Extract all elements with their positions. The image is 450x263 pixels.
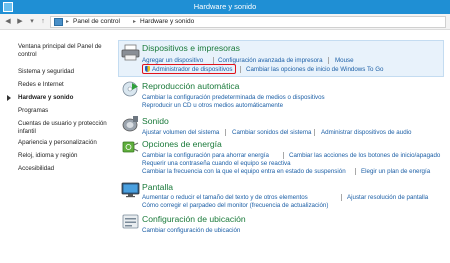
category-display-title[interactable]: Pantalla: [142, 182, 173, 192]
link-separator: [328, 57, 329, 64]
nav-appearance[interactable]: Apariencia y personalización: [18, 139, 114, 147]
navigation-bar: ◀ ▶ ▾ ↑ ▸ Panel de control ▸ Hardware y …: [0, 14, 450, 30]
adjust-system-volume-link[interactable]: Ajustar volumen del sistema: [142, 129, 219, 136]
add-device-link[interactable]: Agregar un dispositivo: [142, 57, 203, 64]
device-manager-highlight-box: [142, 64, 236, 74]
category-devices-printers-title[interactable]: Dispositivos e impresoras: [142, 43, 240, 53]
breadcrumb-separator-icon[interactable]: ▸: [66, 18, 69, 25]
nav-hardware-sound[interactable]: Hardware y sonido: [18, 94, 114, 102]
category-sound-title[interactable]: Sonido: [142, 116, 169, 126]
require-password-wake-link[interactable]: Requerir una contraseña cuando el equipo…: [142, 160, 291, 167]
current-section-arrow-icon: [7, 95, 11, 101]
power-options-icon: [122, 141, 139, 153]
advanced-printer-setup-link[interactable]: Configuración avanzada de impresora: [218, 57, 323, 64]
left-navigation-pane: Ventana principal del Panel de control S…: [0, 31, 118, 263]
link-separator: [341, 194, 342, 201]
change-power-buttons-link[interactable]: Cambiar las acciones de los botones de i…: [289, 152, 440, 159]
nav-accessibility[interactable]: Accesibilidad: [18, 165, 114, 173]
link-separator: [240, 66, 241, 73]
breadcrumb-hardware-sound[interactable]: Hardware y sonido: [140, 18, 194, 25]
fix-monitor-flicker-link[interactable]: Cómo corregir el parpadeo del monitor (f…: [142, 202, 328, 209]
speaker-icon: [122, 116, 138, 132]
change-sleep-frequency-link[interactable]: Cambiar la frecuencia con la que el equi…: [142, 168, 346, 175]
display-icon: [121, 182, 140, 198]
change-system-sounds-link[interactable]: Cambiar sonidos del sistema: [232, 129, 311, 136]
manage-audio-devices-link[interactable]: Administrar dispositivos de audio: [321, 129, 411, 136]
nav-network-internet[interactable]: Redes e Internet: [18, 81, 114, 89]
breadcrumb-control-panel[interactable]: Panel de control: [73, 18, 120, 25]
title-bar: Hardware y sonido: [0, 0, 450, 14]
back-arrow-icon[interactable]: ◀: [3, 17, 13, 27]
nav-home-link[interactable]: Ventana principal del Panel de control: [18, 43, 114, 58]
link-separator: [355, 168, 356, 175]
change-default-media-link[interactable]: Cambiar la configuración predeterminada …: [142, 94, 325, 101]
link-separator: [283, 152, 284, 159]
printer-icon: [121, 44, 140, 61]
link-separator: [213, 57, 214, 64]
nav-system-security[interactable]: Sistema y seguridad: [18, 68, 114, 76]
change-power-saving-link[interactable]: Cambiar la configuración para ahorrar en…: [142, 152, 269, 159]
address-bar[interactable]: ▸ Panel de control ▸ Hardware y sonido: [50, 16, 446, 28]
link-separator: [314, 129, 315, 136]
nav-clock-region[interactable]: Reloj, idioma y región: [18, 152, 114, 160]
resize-text-link[interactable]: Aumentar o reducir el tamaño del texto y…: [142, 194, 308, 201]
adjust-screen-resolution-link[interactable]: Ajustar resolución de pantalla: [347, 194, 428, 201]
window-title: Hardware y sonido: [193, 2, 257, 11]
control-panel-icon: [54, 18, 63, 26]
change-location-settings-link[interactable]: Cambiar configuración de ubicación: [142, 227, 240, 234]
category-autoplay-title[interactable]: Reproducción automática: [142, 81, 239, 91]
mouse-link[interactable]: Mouse: [335, 57, 354, 64]
location-settings-icon: [122, 214, 139, 229]
up-arrow-icon[interactable]: ↑: [38, 17, 48, 27]
category-power-options-title[interactable]: Opciones de energía: [142, 139, 222, 149]
play-cd-automatically-link[interactable]: Reproducir un CD u otros medios automáti…: [142, 102, 283, 109]
choose-power-plan-link[interactable]: Elegir un plan de energía: [361, 168, 430, 175]
nav-programs[interactable]: Programas: [18, 107, 114, 115]
nav-user-accounts[interactable]: Cuentas de usuario y protección infantil: [18, 120, 114, 135]
recent-chevron-icon[interactable]: ▾: [27, 17, 37, 27]
windows-to-go-startup-link[interactable]: Cambiar las opciones de inicio de Window…: [246, 66, 383, 73]
breadcrumb-separator-icon[interactable]: ▸: [133, 18, 136, 25]
category-location-settings-title[interactable]: Configuración de ubicación: [142, 214, 246, 224]
link-separator: [225, 129, 226, 136]
forward-arrow-icon[interactable]: ▶: [15, 17, 25, 27]
autoplay-icon: [122, 81, 138, 97]
